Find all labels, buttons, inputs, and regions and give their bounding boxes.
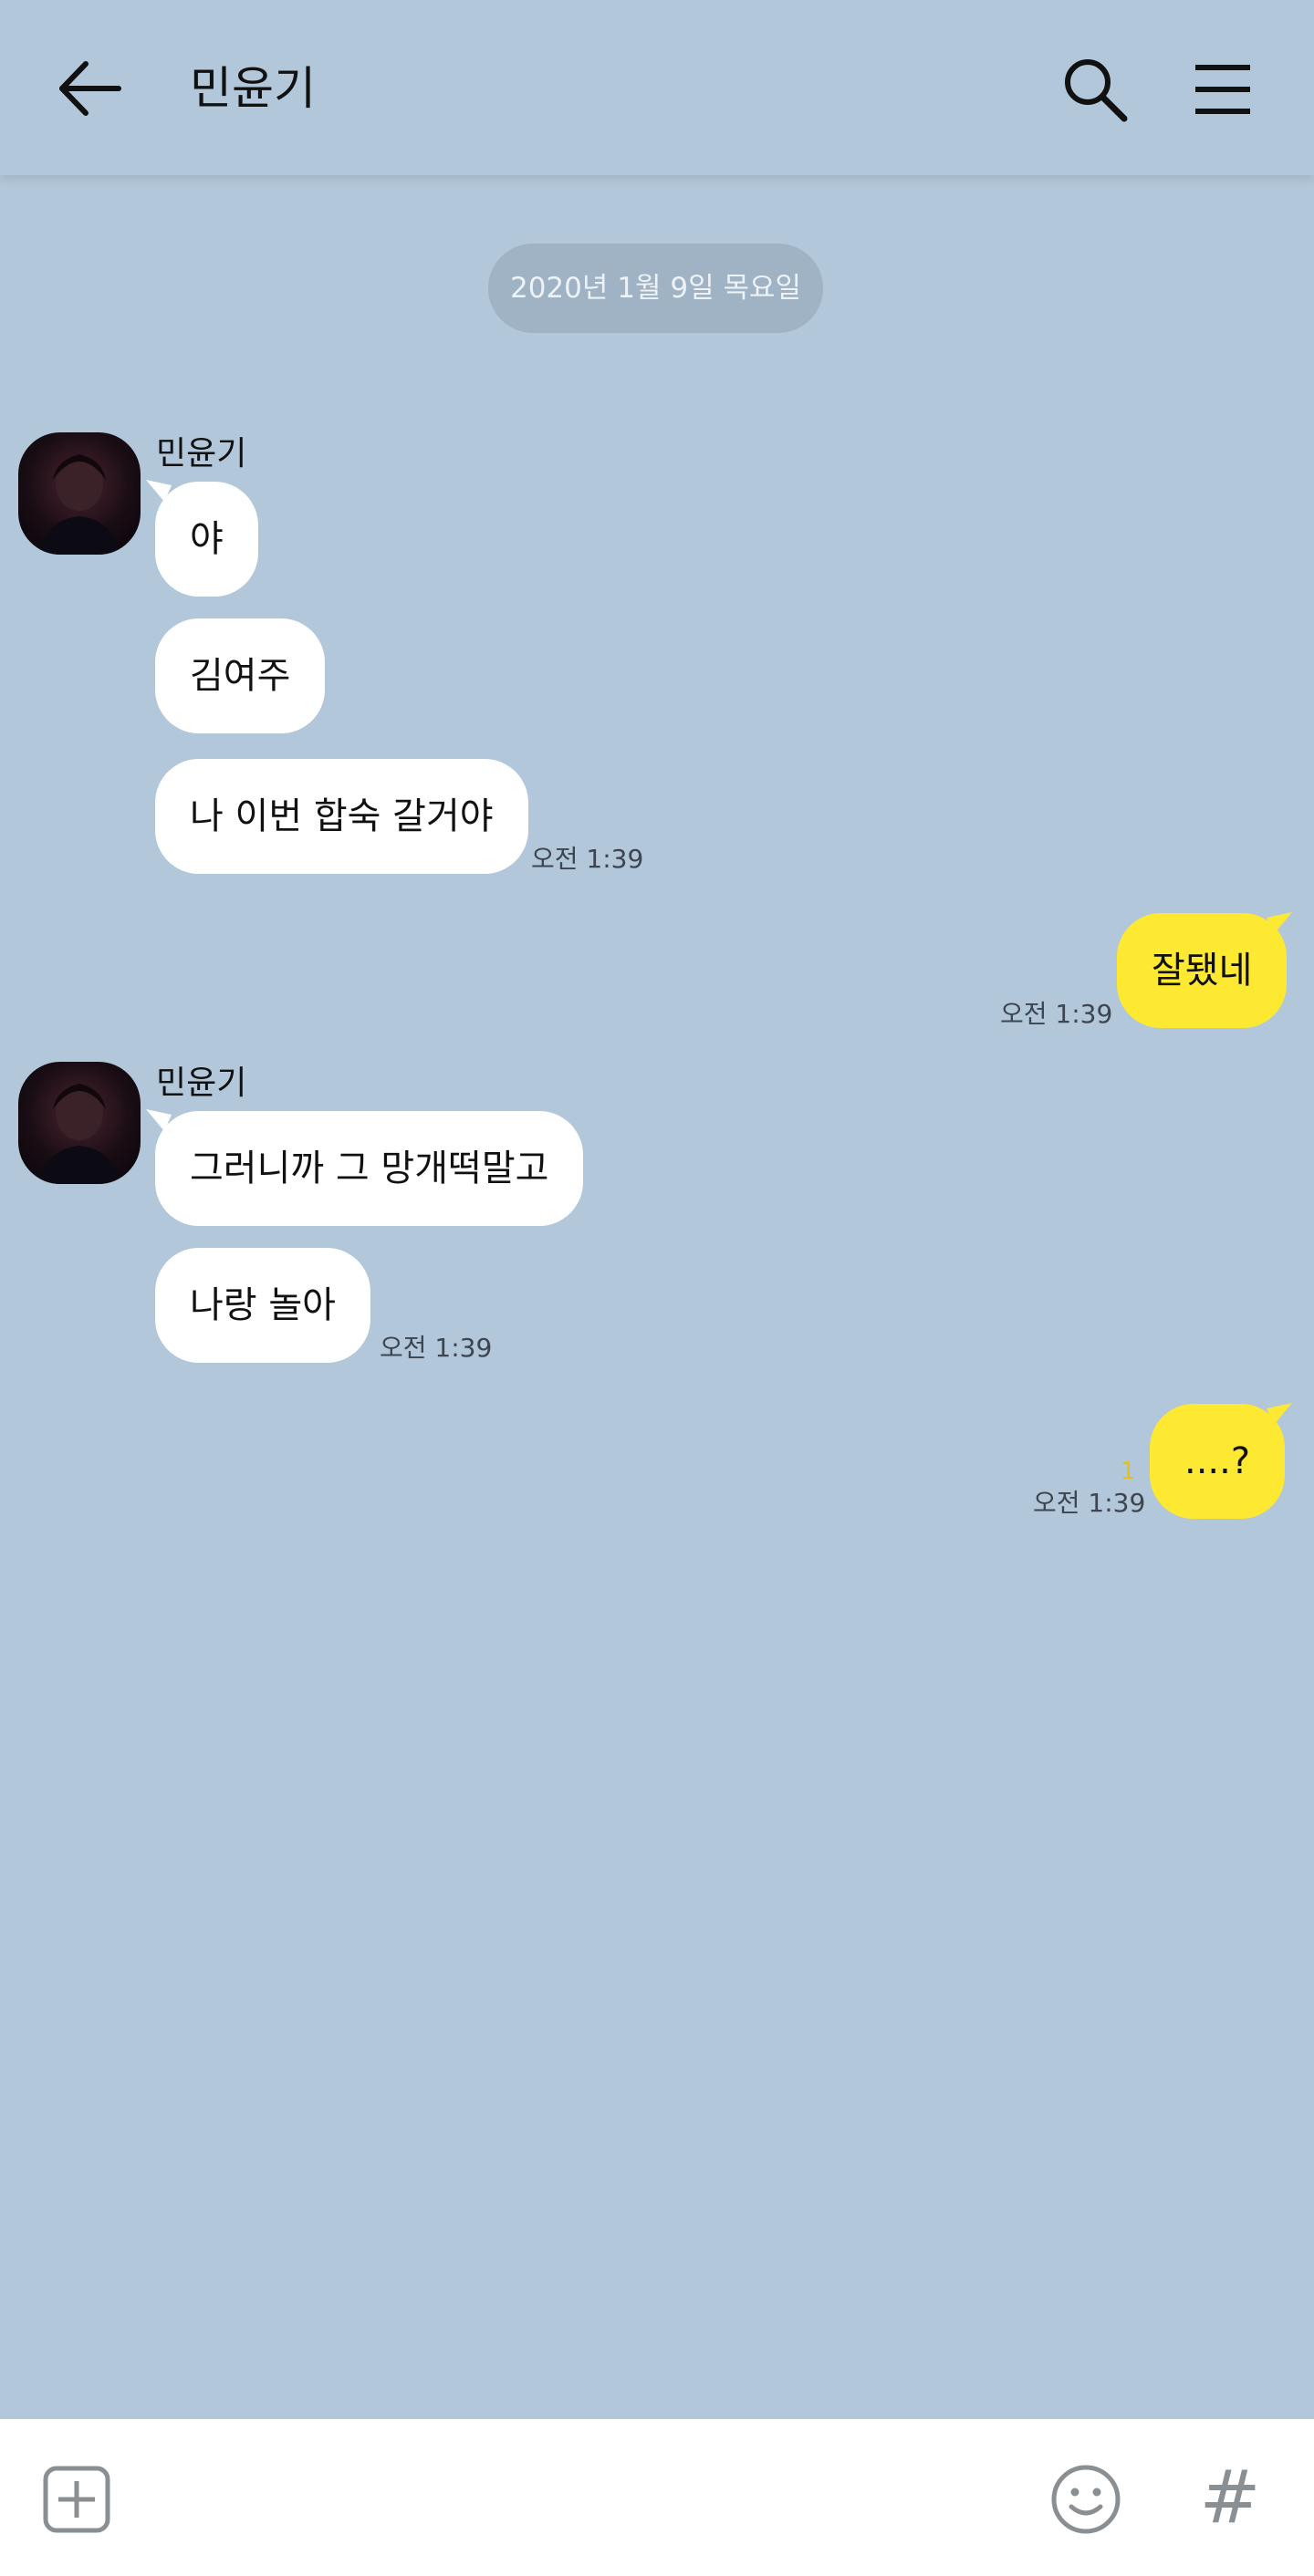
emoji-button[interactable]	[1049, 2463, 1122, 2536]
profile-photo-icon	[38, 1084, 120, 1184]
sender-name: 민윤기	[156, 1065, 247, 1102]
date-divider: 2020년 1월 9일 목요일	[488, 244, 823, 333]
message-bubble[interactable]: 김여주	[155, 618, 326, 733]
message-bubble[interactable]: 그러니까 그 망개떡말고	[155, 1111, 584, 1226]
message-time: 오전 1:39	[380, 1333, 493, 1363]
input-bar: #	[0, 2419, 1314, 2576]
unread-count: 1	[1121, 1458, 1136, 1485]
search-icon	[1065, 59, 1128, 122]
back-button[interactable]	[55, 57, 128, 120]
plus-square-icon	[43, 2466, 110, 2533]
my-message-bubble[interactable]: ....?	[1150, 1404, 1286, 1519]
avatar[interactable]	[18, 432, 141, 555]
message-bubble[interactable]: 나랑 놀아	[155, 1248, 370, 1363]
hashtag-button[interactable]: #	[1194, 2459, 1267, 2536]
avatar[interactable]	[18, 1062, 141, 1184]
message-bubble[interactable]: 야	[155, 482, 258, 597]
sender-name: 민윤기	[156, 435, 247, 473]
my-message-bubble[interactable]: 잘됐네	[1117, 913, 1288, 1028]
message-time: 오전 1:39	[1000, 999, 1113, 1029]
search-button[interactable]	[1058, 53, 1132, 126]
bubble-tail	[1267, 1403, 1292, 1425]
bubble-tail	[1267, 912, 1292, 934]
chat-title: 민윤기	[190, 62, 316, 115]
chat-header: 민윤기	[0, 0, 1314, 175]
message-bubble[interactable]: 나 이번 합숙 갈거야	[155, 759, 528, 874]
profile-photo-icon	[38, 454, 120, 555]
attach-button[interactable]	[42, 2465, 111, 2534]
menu-button[interactable]	[1186, 57, 1259, 122]
message-time: 오전 1:39	[531, 844, 644, 874]
arrow-left-icon	[59, 61, 121, 116]
smiley-icon	[1051, 2465, 1121, 2534]
hamburger-menu-icon	[1195, 65, 1250, 114]
message-time: 오전 1:39	[1033, 1488, 1146, 1518]
